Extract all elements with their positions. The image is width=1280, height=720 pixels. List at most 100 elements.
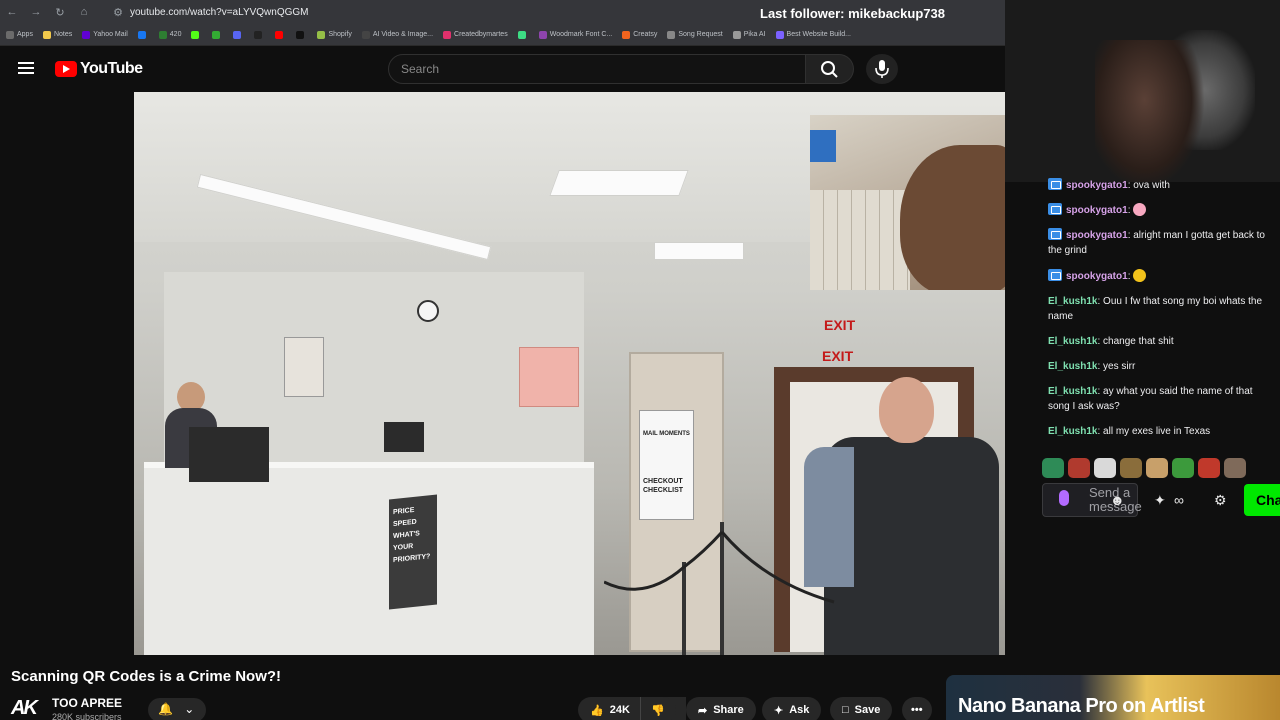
checkout-checklist-sign: MAIL MOMENTS CHECKOUT CHECKLIST (639, 410, 694, 520)
bookmark-item[interactable] (275, 30, 286, 39)
bookmark-item[interactable] (191, 30, 202, 39)
bookmark-item[interactable]: Pika AI (732, 30, 766, 39)
bookmarks-bar: Apps Notes Yahoo Mail 420 Shopify AI Video & … (0, 24, 1005, 46)
more-icon: ••• (911, 704, 923, 716)
chat-message: El_kush1k: yes sirr (1048, 359, 1273, 374)
chevron-down-icon: ⌄ (184, 702, 195, 716)
site-info-icon[interactable]: ⚙ (112, 6, 124, 19)
chat-username[interactable]: El_kush1k (1048, 361, 1097, 372)
forward-icon[interactable]: → (30, 6, 42, 18)
emote-icon[interactable] (1224, 458, 1246, 478)
url-text[interactable]: youtube.com/watch?v=aLYVQwnQGGM (130, 7, 309, 18)
reload-icon[interactable]: ↻ (54, 6, 66, 19)
bookmark-item[interactable] (254, 30, 265, 39)
monitor (189, 427, 269, 482)
bookmark-item[interactable]: Apps (6, 30, 33, 39)
emote-icon[interactable] (1172, 458, 1194, 478)
save-button[interactable]: □ Save (830, 697, 893, 720)
bookmark-item[interactable]: Notes (42, 30, 72, 39)
mail-moments-text: MAIL MOMENTS (643, 431, 690, 437)
channel-name[interactable]: TOO APREE (52, 696, 122, 710)
notification-bell-button[interactable]: 🔔 ⌄ (148, 698, 206, 720)
chat-username[interactable]: El_kush1k (1048, 426, 1097, 437)
last-follower-overlay: Last follower: mikebackup738 (760, 6, 945, 21)
ask-button[interactable]: ✦ Ask (762, 697, 822, 720)
video-title: Scanning QR Codes is a Crime Now?! (11, 668, 282, 685)
share-label: Share (713, 704, 744, 716)
chat-message: spookygato1: alright man I gotta get bac… (1048, 228, 1273, 258)
chat-username[interactable]: spookygato1 (1066, 205, 1128, 216)
like-count: 24K (609, 704, 630, 716)
chat-text: ova with (1133, 180, 1170, 191)
share-icon: ➦ (698, 704, 708, 717)
exit-sign: EXIT (824, 317, 856, 333)
bookmark-favicon-icon (6, 30, 14, 39)
bookmark-item[interactable] (517, 30, 529, 39)
bookmark-item[interactable] (233, 30, 244, 39)
home-icon[interactable]: ⌂ (78, 6, 90, 18)
channel-avatar[interactable]: AK (11, 697, 39, 719)
bookmark-item[interactable]: AI Video & Image... (361, 30, 433, 39)
bookmark-item[interactable] (296, 30, 307, 39)
bookmark-item[interactable] (137, 30, 149, 39)
bookmark-item[interactable]: Creatsy (622, 30, 657, 39)
emote-icon[interactable] (1198, 458, 1220, 478)
back-icon[interactable]: ← (6, 6, 18, 18)
chat-username[interactable]: El_kush1k (1048, 386, 1097, 397)
bookmark-item[interactable]: Song Request (667, 30, 723, 39)
voice-search-button[interactable] (866, 54, 898, 84)
clock-icon (417, 300, 439, 322)
chat-username[interactable]: El_kush1k (1048, 336, 1097, 347)
bookmark-item[interactable]: Shopify (317, 30, 352, 39)
bookmark-favicon-icon (296, 30, 305, 39)
emote-icon[interactable] (1042, 458, 1064, 478)
bits-icon[interactable]: ✦ (1154, 492, 1166, 509)
bookmark-favicon-icon (775, 30, 784, 39)
bookmark-favicon-icon (254, 30, 263, 39)
url-box[interactable]: ⚙ youtube.com/watch?v=aLYVQwnQGGM (112, 6, 309, 19)
subscriber-badge-icon (1048, 228, 1062, 240)
search-placeholder: Search (401, 62, 440, 76)
search-button[interactable] (806, 54, 854, 84)
mailboxes (810, 190, 910, 290)
emote-icon[interactable] (1094, 458, 1116, 478)
chat-username[interactable]: El_kush1k (1048, 296, 1097, 307)
emote-icon[interactable] (1120, 458, 1142, 478)
youtube-header: YouTube Search (0, 46, 1005, 92)
streamer-webcam (810, 115, 1005, 290)
emote-icon[interactable] (1146, 458, 1168, 478)
youtube-logo[interactable]: YouTube (55, 60, 143, 78)
bookmark-label: Best Website Build... (786, 31, 851, 38)
chat-send-button[interactable]: Cha (1244, 484, 1280, 516)
youtube-play-icon (55, 61, 77, 77)
subscriber-badge-icon (1048, 269, 1062, 281)
ad-banner-text[interactable]: Nano Banana Pro on Artlist (958, 695, 1205, 718)
more-actions-button[interactable]: ••• (902, 697, 932, 720)
dislike-button[interactable]: 👎 (640, 697, 676, 720)
bookmark-favicon-icon (82, 30, 91, 39)
bookmark-label: Pika AI (743, 31, 766, 38)
chat-username[interactable]: spookygato1 (1066, 271, 1128, 282)
blue-sign (810, 130, 836, 162)
bookmark-item[interactable] (212, 30, 223, 39)
stream-chat: spookygato1: ova with spookygato1: spooky… (1040, 178, 1280, 478)
bookmark-item[interactable]: Woodmark Font C... (538, 30, 612, 39)
bookmark-item[interactable]: 420 (158, 30, 181, 39)
voice-icon[interactable] (1059, 490, 1069, 506)
infinity-icon[interactable]: ∞ (1174, 492, 1184, 508)
menu-icon[interactable] (18, 62, 34, 74)
bookmark-item[interactable]: Createdbymartes (443, 30, 508, 39)
search-input[interactable]: Search (388, 54, 806, 84)
chat-username[interactable]: spookygato1 (1066, 230, 1128, 241)
chat-username[interactable]: spookygato1 (1066, 180, 1128, 191)
bookmark-item[interactable]: Yahoo Mail (82, 30, 128, 39)
search-icon (821, 61, 838, 78)
emoji-icon[interactable]: ☻ (1110, 492, 1125, 508)
subscriber-badge-icon (1048, 203, 1062, 215)
settings-gear-icon[interactable]: ⚙ (1214, 492, 1227, 509)
share-button[interactable]: ➦ Share (686, 697, 756, 720)
chat-message: spookygato1: ova with (1048, 178, 1273, 193)
ask-label: Ask (789, 704, 810, 716)
bookmark-item[interactable]: Best Website Build... (775, 30, 851, 39)
emote-icon[interactable] (1068, 458, 1090, 478)
